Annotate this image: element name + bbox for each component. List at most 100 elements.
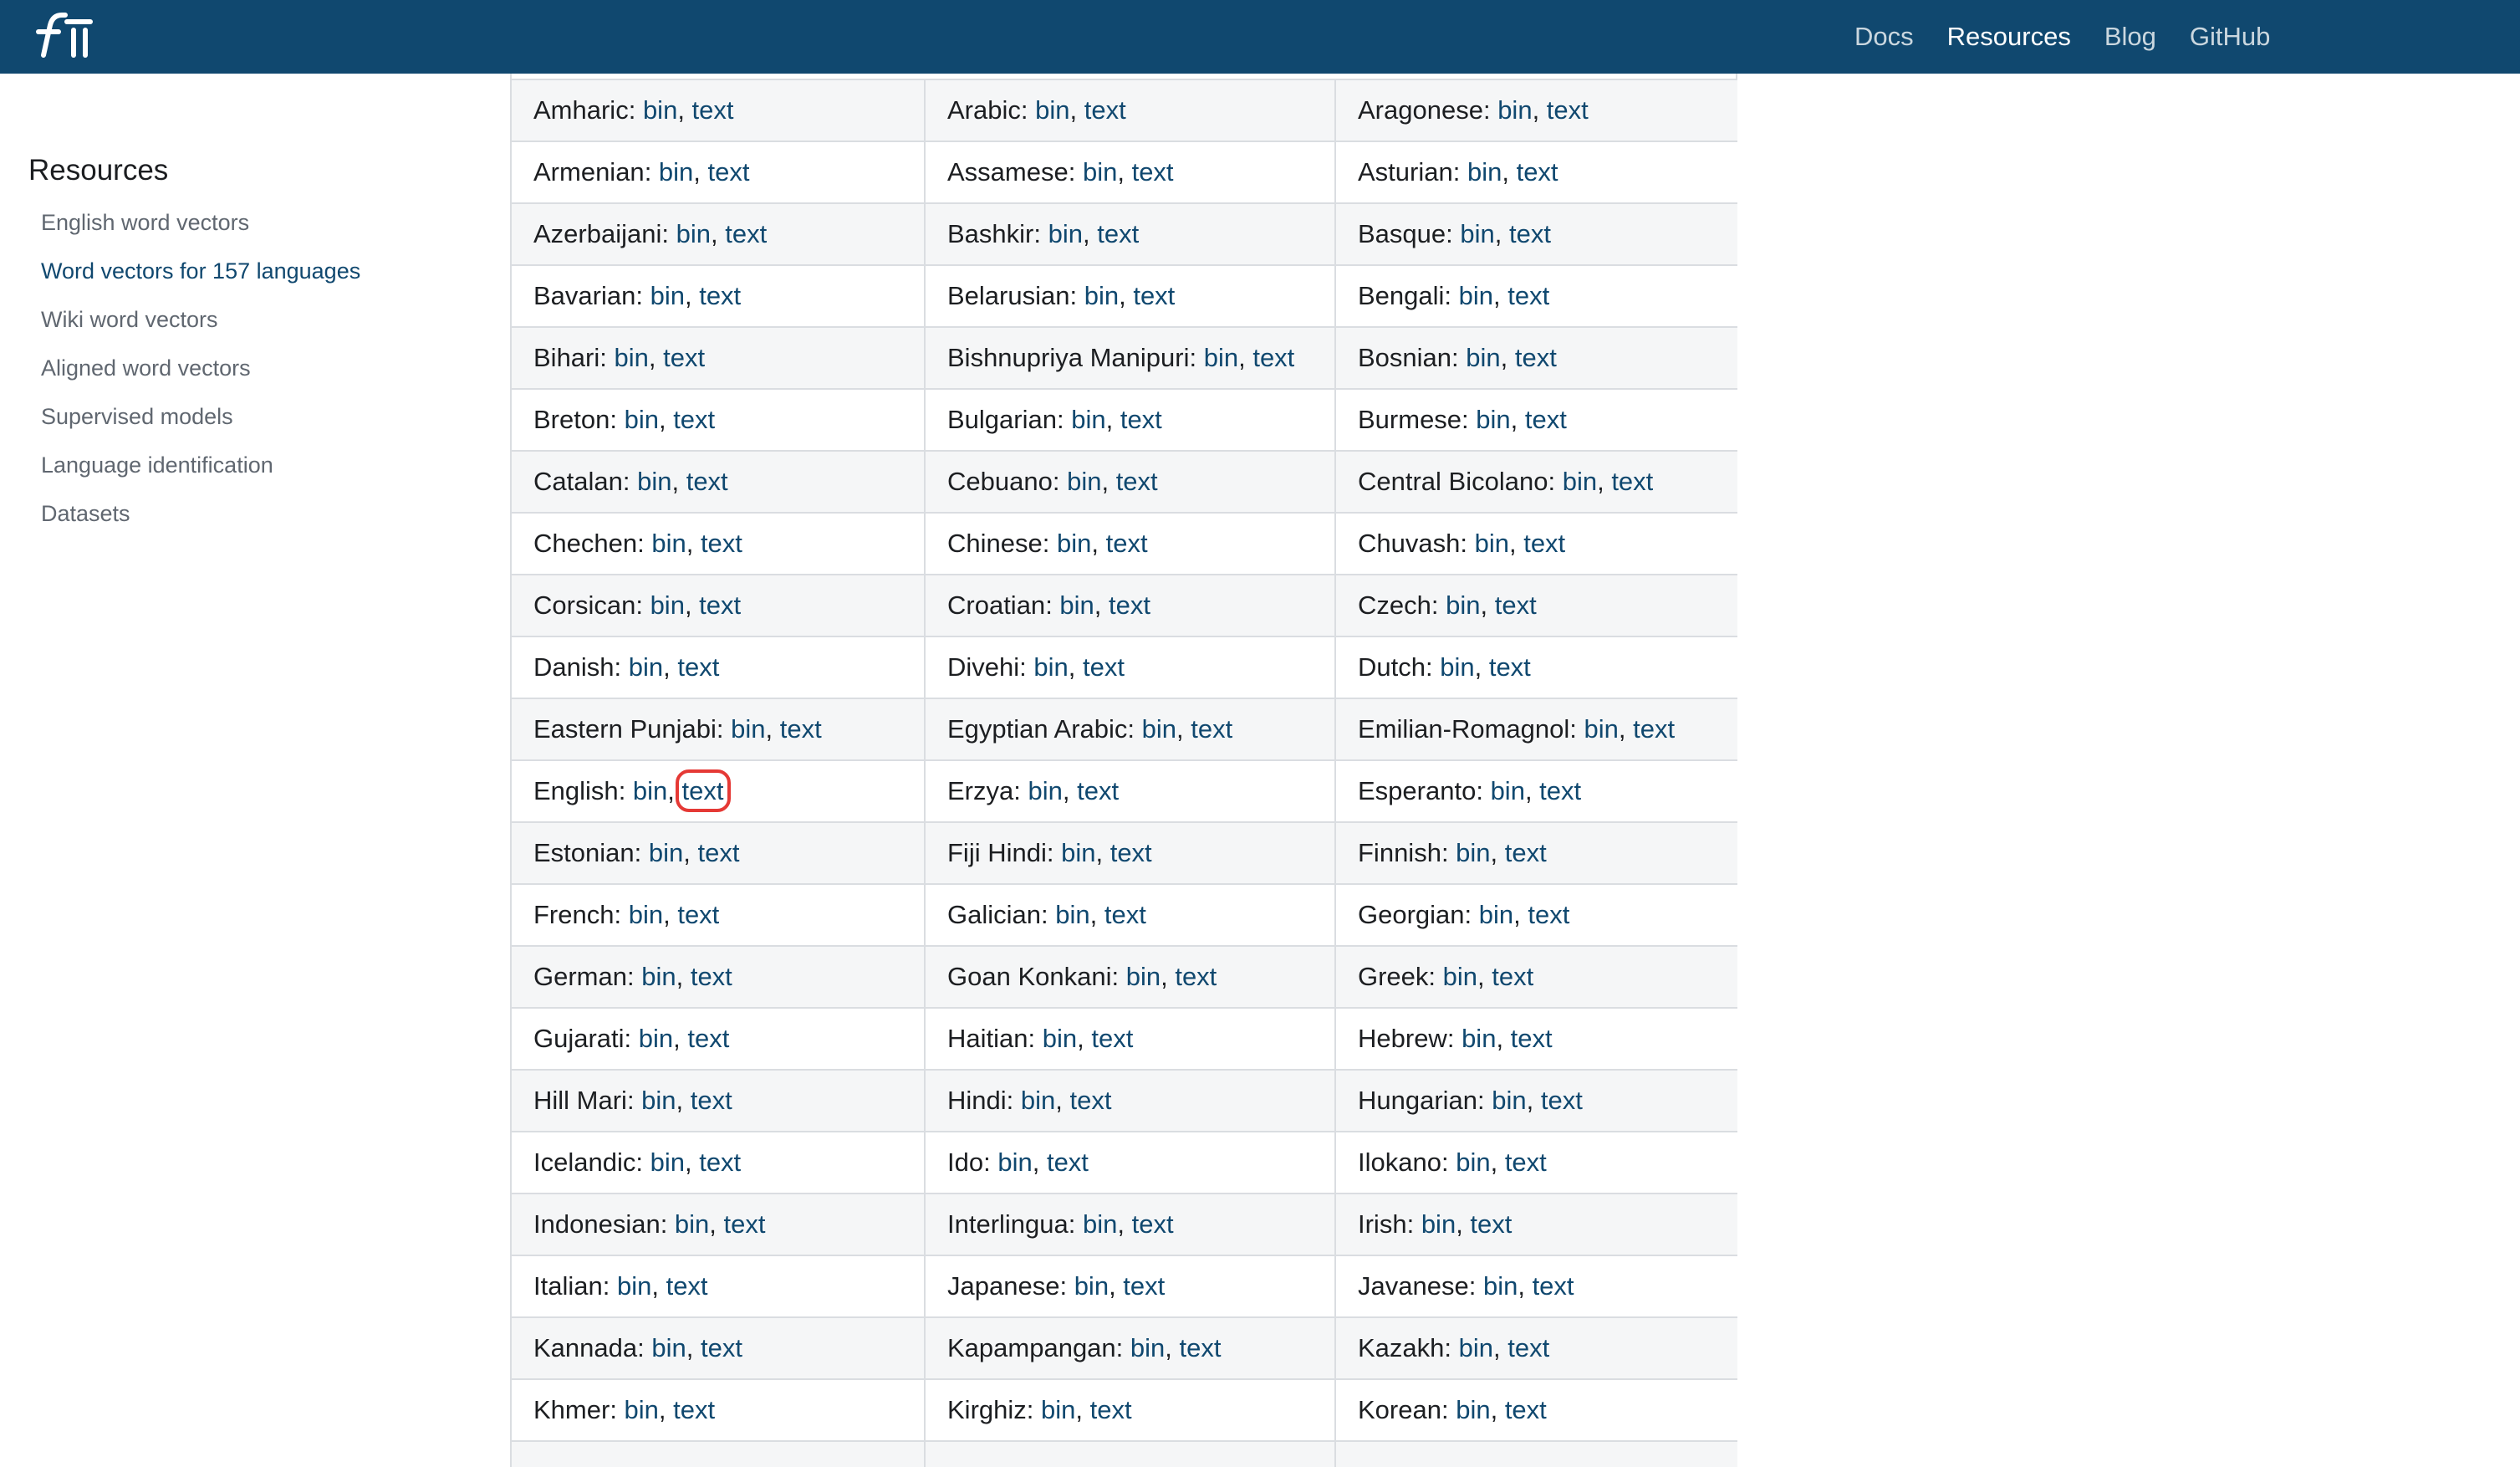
text-download-link[interactable]: text [697, 838, 739, 867]
bin-download-link[interactable]: bin [1476, 405, 1510, 434]
bin-download-link[interactable]: bin [1059, 590, 1094, 620]
sidebar-item-datasets[interactable]: Datasets [41, 498, 360, 547]
bin-download-link[interactable]: bin [1497, 95, 1532, 125]
text-download-link[interactable]: text [691, 962, 732, 991]
bin-download-link[interactable]: bin [650, 590, 685, 620]
text-download-link[interactable]: text [1106, 529, 1148, 558]
text-download-link[interactable]: text [1489, 652, 1531, 682]
nav-link-resources[interactable]: Resources [1947, 22, 2071, 52]
bin-download-link[interactable]: bin [617, 1271, 651, 1301]
bin-download-link[interactable]: bin [637, 467, 671, 496]
text-download-link[interactable]: text [1123, 1271, 1165, 1301]
bin-download-link[interactable]: bin [1083, 1209, 1117, 1239]
text-download-link[interactable]: text [1539, 776, 1581, 805]
text-download-link[interactable]: text [1515, 343, 1557, 372]
text-download-link[interactable]: text [1511, 1024, 1553, 1053]
bin-download-link[interactable]: bin [1475, 529, 1509, 558]
bin-download-link[interactable]: bin [1456, 1395, 1490, 1424]
text-download-link[interactable]: text [1077, 776, 1119, 805]
sidebar-item-aligned-word-vectors[interactable]: Aligned word vectors [41, 353, 360, 401]
bin-download-link[interactable]: bin [1048, 219, 1083, 248]
text-download-link[interactable]: text [1120, 405, 1162, 434]
bin-download-link[interactable]: bin [641, 962, 676, 991]
text-download-link[interactable]: text [1070, 1086, 1112, 1115]
bin-download-link[interactable]: bin [1461, 1024, 1496, 1053]
bin-download-link[interactable]: bin [1041, 1395, 1075, 1424]
bin-download-link[interactable]: bin [1459, 1333, 1493, 1362]
bin-download-link[interactable]: bin [659, 157, 693, 187]
sidebar-item-language-identification[interactable]: Language identification [41, 450, 360, 498]
text-download-link[interactable]: text [691, 1086, 732, 1115]
bin-download-link[interactable]: bin [1055, 900, 1089, 929]
bin-download-link[interactable]: bin [650, 281, 685, 310]
sidebar-item-english-word-vectors[interactable]: English word vectors [41, 207, 360, 256]
bin-download-link[interactable]: bin [1028, 776, 1062, 805]
bin-download-link[interactable]: bin [615, 343, 649, 372]
text-download-link[interactable]: text [1097, 219, 1139, 248]
bin-download-link[interactable]: bin [1491, 776, 1525, 805]
bin-download-link[interactable]: bin [1057, 529, 1091, 558]
text-download-link[interactable]: text [1492, 962, 1533, 991]
text-download-link[interactable]: text [1110, 838, 1152, 867]
text-download-link[interactable]: text [677, 900, 719, 929]
bin-download-link[interactable]: bin [650, 1148, 685, 1177]
text-download-link[interactable]: text [673, 405, 715, 434]
text-download-link[interactable]: text [1133, 281, 1175, 310]
text-download-link[interactable]: text [701, 529, 742, 558]
text-download-link[interactable]: text [1109, 590, 1150, 620]
bin-download-link[interactable]: bin [625, 1395, 659, 1424]
bin-download-link[interactable]: bin [1563, 467, 1597, 496]
text-download-link[interactable]: text [1541, 1086, 1583, 1115]
text-download-link[interactable]: text [686, 467, 728, 496]
sidebar-item-word-vectors-for-157-languages[interactable]: Word vectors for 157 languages [41, 256, 360, 304]
text-download-link[interactable]: text [1104, 900, 1146, 929]
text-download-link[interactable]: text [673, 1395, 715, 1424]
text-download-link[interactable]: text [699, 281, 741, 310]
bin-download-link[interactable]: bin [1421, 1209, 1456, 1239]
text-download-link[interactable]: text [699, 1148, 741, 1177]
bin-download-link[interactable]: bin [1440, 652, 1474, 682]
bin-download-link[interactable]: bin [1035, 95, 1069, 125]
bin-download-link[interactable]: bin [1033, 652, 1068, 682]
bin-download-link[interactable]: bin [1130, 1333, 1165, 1362]
text-download-link[interactable]: text [1505, 1395, 1547, 1424]
text-download-link[interactable]: text [1090, 1395, 1132, 1424]
text-download-link[interactable]: text [701, 1333, 742, 1362]
bin-download-link[interactable]: bin [1456, 838, 1490, 867]
bin-download-link[interactable]: bin [1204, 343, 1238, 372]
bin-download-link[interactable]: bin [1456, 1148, 1490, 1177]
bin-download-link[interactable]: bin [1460, 219, 1494, 248]
nav-link-github[interactable]: GitHub [2190, 22, 2270, 52]
bin-download-link[interactable]: bin [1061, 838, 1095, 867]
text-download-link[interactable]: text [1084, 95, 1126, 125]
nav-link-docs[interactable]: Docs [1854, 22, 1914, 52]
text-download-link[interactable]: text [1533, 1271, 1574, 1301]
bin-download-link[interactable]: bin [643, 95, 677, 125]
text-download-link[interactable]: text [1523, 529, 1565, 558]
bin-download-link[interactable]: bin [633, 776, 667, 805]
text-download-link[interactable]: text [1047, 1148, 1089, 1177]
text-download-link[interactable]: text [1116, 467, 1158, 496]
text-download-link[interactable]: text [1507, 281, 1549, 310]
bin-download-link[interactable]: bin [676, 219, 711, 248]
text-download-link[interactable]: text [1507, 1333, 1549, 1362]
text-download-link[interactable]: text [1505, 838, 1547, 867]
bin-download-link[interactable]: bin [1043, 1024, 1077, 1053]
text-download-link[interactable]: text [1509, 219, 1551, 248]
text-download-link[interactable]: text [724, 1209, 766, 1239]
text-download-link[interactable]: text [675, 769, 731, 812]
text-download-link[interactable]: text [1547, 95, 1589, 125]
bin-download-link[interactable]: bin [1071, 405, 1105, 434]
bin-download-link[interactable]: bin [629, 900, 663, 929]
text-download-link[interactable]: text [1191, 714, 1232, 744]
nav-link-blog[interactable]: Blog [2104, 22, 2156, 52]
bin-download-link[interactable]: bin [1084, 281, 1119, 310]
bin-download-link[interactable]: bin [1021, 1086, 1055, 1115]
bin-download-link[interactable]: bin [731, 714, 765, 744]
bin-download-link[interactable]: bin [1492, 1086, 1526, 1115]
text-download-link[interactable]: text [1252, 343, 1294, 372]
text-download-link[interactable]: text [1083, 652, 1125, 682]
text-download-link[interactable]: text [1611, 467, 1653, 496]
bin-download-link[interactable]: bin [629, 652, 663, 682]
bin-download-link[interactable]: bin [1443, 962, 1477, 991]
